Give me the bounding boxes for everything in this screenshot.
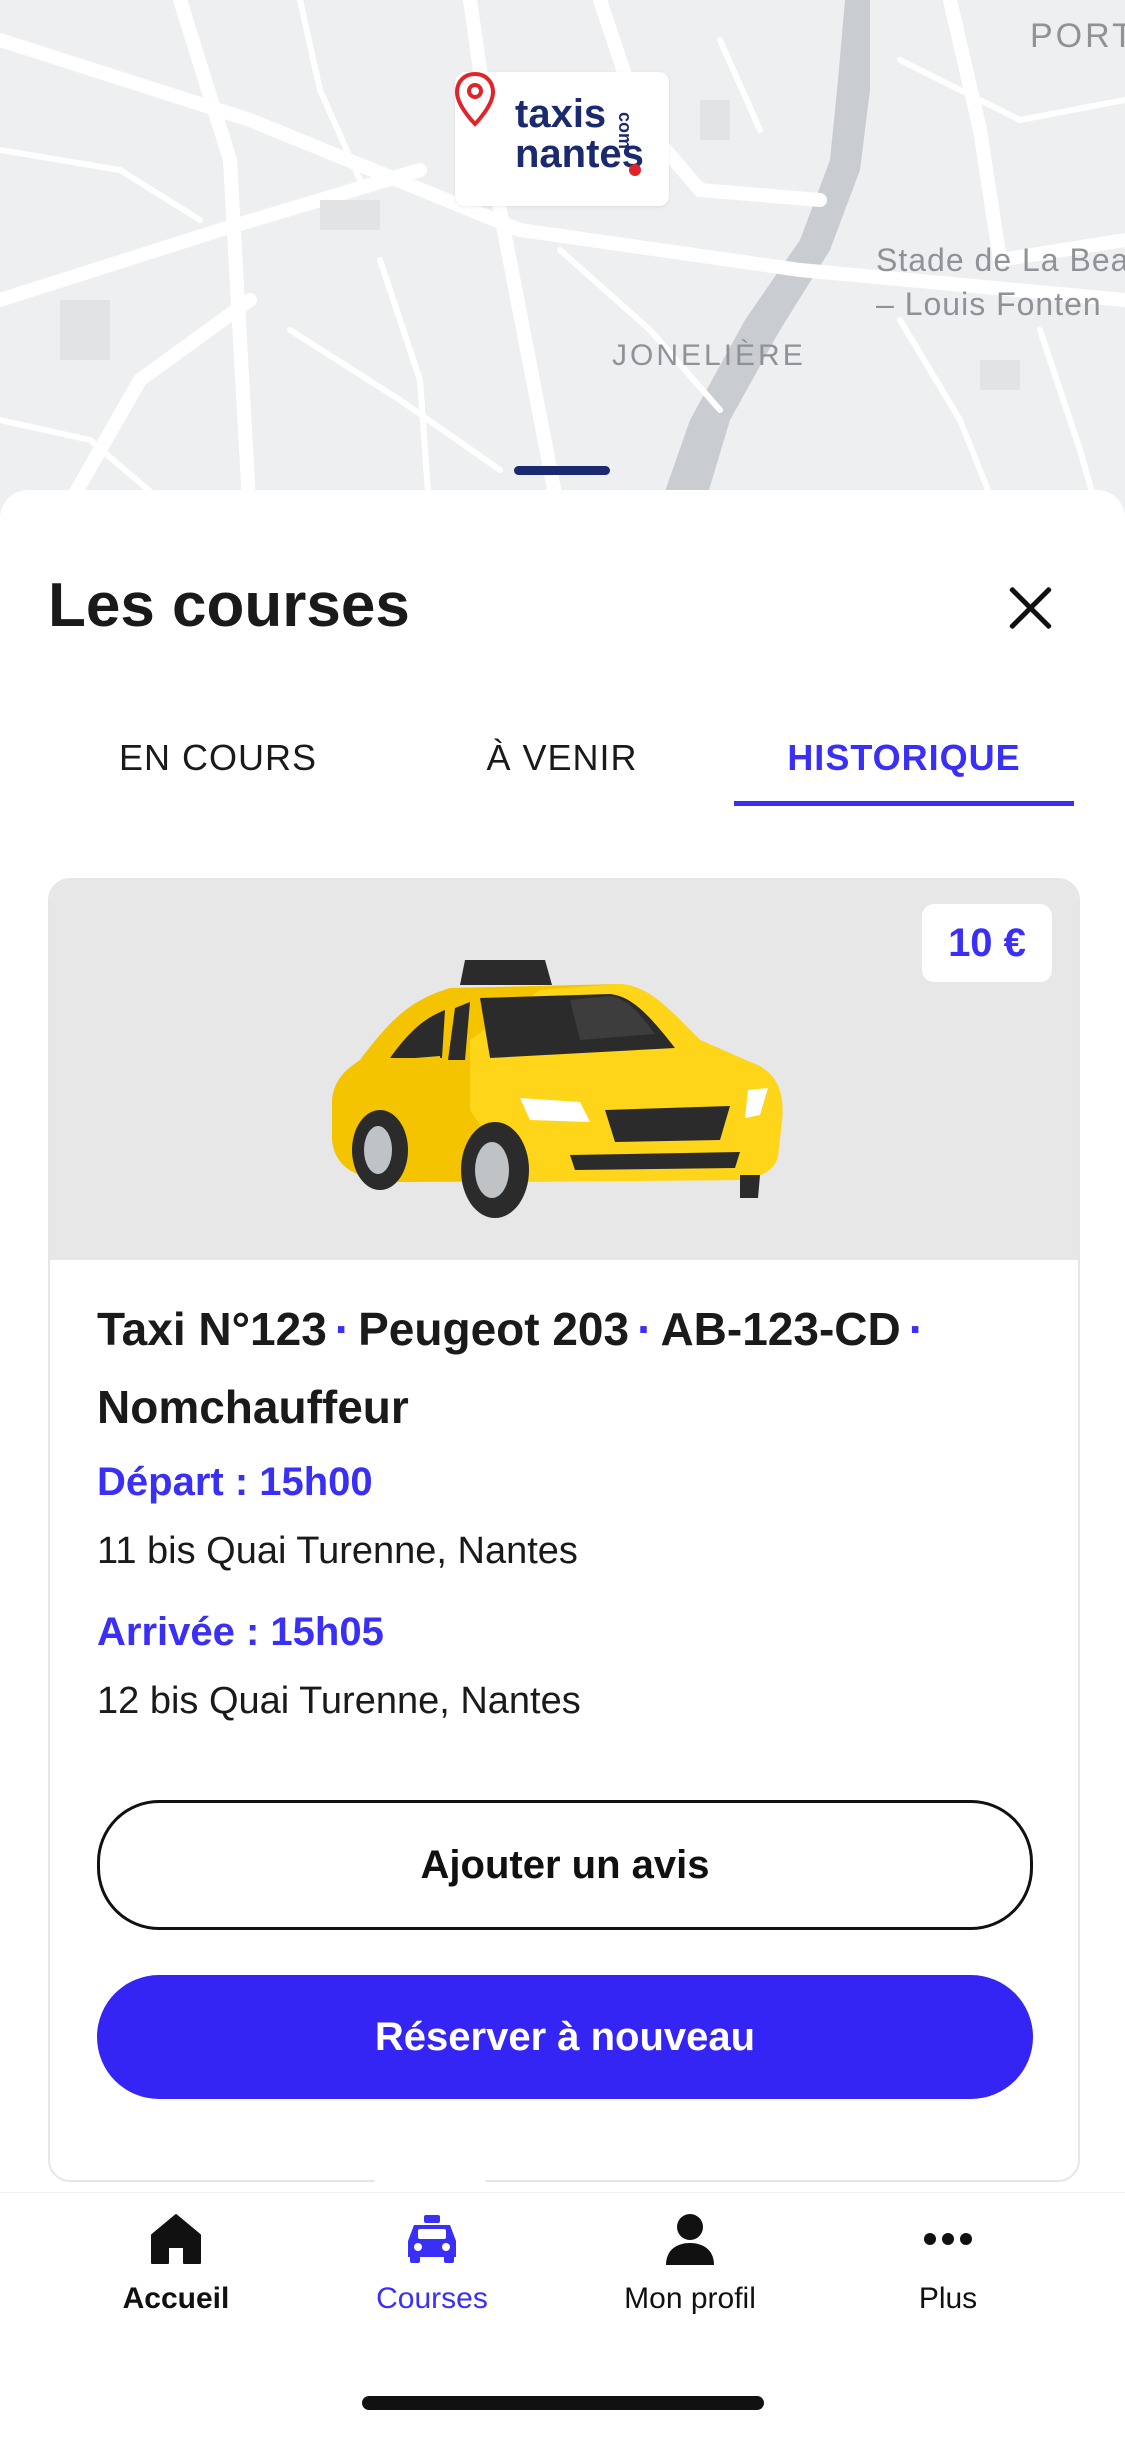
arrival-label: Arrivée : 15h05 bbox=[97, 1610, 384, 1654]
taxi-number: Taxi N°123 bbox=[97, 1303, 327, 1355]
brand-logo: taxis nantes com bbox=[455, 72, 669, 206]
home-indicator[interactable] bbox=[362, 2396, 764, 2410]
price-badge: 10 € bbox=[922, 904, 1052, 982]
ride-card: 10 € Taxi N°123 · Peugeot 203 · AB-123-CD · N… bbox=[48, 878, 1080, 2182]
more-icon bbox=[924, 2233, 972, 2245]
taxi-car-illustration bbox=[332, 960, 783, 1218]
close-icon[interactable] bbox=[1000, 578, 1060, 638]
logo-suffix: com bbox=[615, 112, 635, 150]
tab-a-venir[interactable]: À VENIR bbox=[392, 715, 732, 801]
driver-name: Nomchauffeur bbox=[97, 1381, 409, 1433]
departure-label: Départ : 15h00 bbox=[97, 1460, 373, 1504]
nav-label: Mon profil bbox=[624, 2282, 756, 2315]
nav-item-mon-profil[interactable]: Mon profil bbox=[580, 2211, 800, 2316]
nav-item-courses[interactable]: Courses bbox=[322, 2211, 542, 2316]
departure-address: 11 bis Quai Turenne, Nantes bbox=[97, 1530, 578, 1572]
nav-label: Plus bbox=[918, 2282, 978, 2315]
rebook-button[interactable]: Réserver à nouveau bbox=[97, 1975, 1033, 2099]
nav-item-accueil[interactable]: Accueil bbox=[66, 2211, 286, 2316]
ride-card-image: 10 € bbox=[50, 880, 1078, 1260]
nav-item-plus[interactable]: Plus bbox=[838, 2211, 1058, 2316]
page-title: Les courses bbox=[48, 571, 410, 640]
nav-label: Courses bbox=[376, 2282, 488, 2315]
map-background[interactable]: PORT Stade de La Beau – Louis Fonten JON… bbox=[0, 0, 1125, 520]
tab-en-cours[interactable]: EN COURS bbox=[48, 715, 388, 801]
add-review-button[interactable]: Ajouter un avis bbox=[97, 1800, 1033, 1930]
tab-historique[interactable]: HISTORIQUE bbox=[734, 715, 1074, 806]
taxi-icon bbox=[408, 2215, 456, 2263]
car-model: Peugeot 203 bbox=[358, 1303, 630, 1355]
user-icon bbox=[666, 2214, 714, 2265]
separator-dot: · bbox=[334, 1303, 351, 1355]
separator-dot: · bbox=[908, 1303, 925, 1355]
logo-dot bbox=[629, 164, 641, 176]
map-label-port: PORT bbox=[1030, 17, 1125, 55]
separator-dot: · bbox=[637, 1303, 653, 1355]
home-icon bbox=[151, 2214, 201, 2264]
tab-bar: EN COURS À VENIR HISTORIQUE bbox=[48, 715, 1076, 806]
courses-sheet: Les courses EN COURS À VENIR HISTORIQUE bbox=[0, 490, 1125, 2210]
ride-details: Taxi N°123 · Peugeot 203 · AB-123-CD · Nomcha… bbox=[97, 1290, 1037, 1446]
map-label-stadium: Stade de La Beau – Louis Fonten bbox=[876, 242, 1125, 322]
license-plate: AB-123-CD bbox=[660, 1303, 901, 1355]
nav-label: Accueil bbox=[122, 2282, 230, 2315]
map-label-district: JONELIÈRE bbox=[612, 339, 806, 372]
drag-handle[interactable] bbox=[514, 466, 610, 475]
arrival-address: 12 bis Quai Turenne, Nantes bbox=[97, 1680, 581, 1722]
location-pin-icon bbox=[455, 72, 495, 127]
